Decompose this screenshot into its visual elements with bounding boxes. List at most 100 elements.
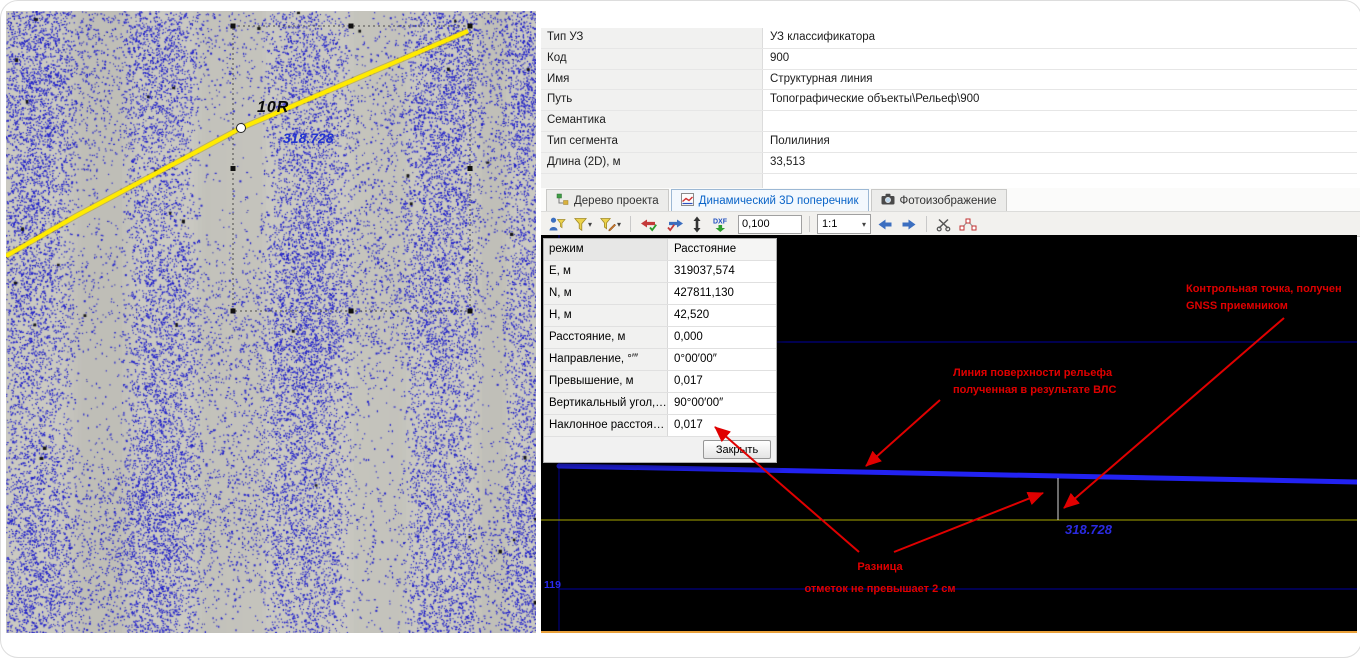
dxf-export-icon[interactable]: DXF <box>708 214 734 234</box>
close-button[interactable]: Закрыть <box>703 440 771 459</box>
measure-mode-value: Расстояние <box>668 239 776 260</box>
annotation-relief-surface: Линия поверхности рельефа полученная в р… <box>953 365 1116 399</box>
tab-photo-image[interactable]: Фотоизображение <box>870 189 1007 211</box>
annotation-line: полученная в результате ВЛС <box>953 384 1117 396</box>
property-label: Имя <box>541 69 763 90</box>
scale-select[interactable]: 1:1 ▾ <box>817 214 872 234</box>
property-value: УЗ классификатора <box>763 28 1357 48</box>
property-row[interactable]: Имя Структурная линия <box>541 69 1357 91</box>
pan-forward-icon[interactable] <box>899 214 919 234</box>
map-elevation-label: 318.728 <box>283 130 334 146</box>
offset-input[interactable] <box>738 214 803 234</box>
apply-section-icon[interactable] <box>664 214 686 234</box>
point-label: 10R <box>257 99 290 116</box>
measure-row: Превышение, м 0,017 <box>544 371 776 393</box>
measure-row: Направление, °′″ 0°00′00″ <box>544 349 776 371</box>
measure-value: 90°00′00″ <box>668 393 776 414</box>
cross-section-icon <box>680 192 694 209</box>
measure-header-row: режим Расстояние <box>544 239 776 261</box>
measure-value: 42,520 <box>668 305 776 326</box>
annotation-line: отметок не превышает 2 см <box>804 583 956 595</box>
vertical-range-icon[interactable] <box>690 214 704 234</box>
section-elevation-label: 318.728 <box>1065 522 1112 537</box>
measure-value: 427811,130 <box>668 283 776 304</box>
property-label: Тип УЗ <box>541 28 763 48</box>
chevron-down-icon: ▾ <box>588 219 593 229</box>
measure-footer: Закрыть <box>544 437 776 462</box>
tab-label: Дерево проекта <box>574 194 659 207</box>
property-label: Путь <box>541 90 763 111</box>
measure-mode-label: режим <box>544 239 668 260</box>
measure-row: N, м 427811,130 <box>544 283 776 305</box>
tab-label: Фотоизображение <box>899 194 997 207</box>
measure-label: Превышение, м <box>544 371 668 392</box>
measure-value: 0,017 <box>668 415 776 436</box>
scissors-icon[interactable] <box>934 214 953 234</box>
toolbar-separator <box>926 216 928 232</box>
toolbar-separator <box>809 216 811 232</box>
app-frame: 10R 318.728 Тип УЗ УЗ классификатора Код… <box>0 0 1360 658</box>
property-row[interactable]: Код 900 <box>541 48 1357 70</box>
measure-row: H, м 42,520 <box>544 305 776 327</box>
section-toolbar: ▾ ▾ DXF 1:1 ▾ <box>541 211 1360 237</box>
toolbar-separator <box>630 216 632 232</box>
property-label: Код <box>541 48 763 69</box>
camera-icon <box>881 193 895 208</box>
vertex-handle[interactable] <box>236 123 246 133</box>
measure-label: Наклонное расстоян... <box>544 415 668 436</box>
chevron-down-icon: ▾ <box>617 219 622 229</box>
project-tree-icon <box>556 193 569 209</box>
relief-surface-line[interactable] <box>556 463 1357 485</box>
measure-label: N, м <box>544 283 668 304</box>
measure-label: Расстояние, м <box>544 327 668 348</box>
measure-label: E, м <box>544 261 668 282</box>
pan-back-icon[interactable] <box>875 214 895 234</box>
annotation-line: Линия поверхности рельефа <box>953 367 1113 379</box>
chevron-down-icon: ▾ <box>862 219 867 229</box>
tab-dynamic-cross-section[interactable]: Динамический 3D поперечник <box>670 189 869 211</box>
measure-row: Наклонное расстоян... 0,017 <box>544 415 776 437</box>
annotation-line: Контрольная точка, получен <box>1186 283 1342 295</box>
annotation-difference: Разница отметок не превышает 2 см <box>794 556 966 600</box>
structure-line[interactable] <box>6 29 469 258</box>
annotation-control-point: Контрольная точка, получен GNSS приемник… <box>1186 281 1342 315</box>
probe-filter-icon[interactable] <box>546 214 568 234</box>
property-value: Топографические объекты\Рельеф\900 <box>763 90 1357 111</box>
property-value: Структурная линия <box>763 69 1357 90</box>
property-value: 33,513 <box>763 152 1357 173</box>
scale-value: 1:1 <box>822 218 838 230</box>
property-row[interactable]: Тип УЗ УЗ классификатора <box>541 28 1357 49</box>
measure-label: Направление, °′″ <box>544 349 668 370</box>
property-row[interactable]: Семантика <box>541 111 1357 132</box>
measure-value: 0°00′00″ <box>668 349 776 370</box>
measure-row: E, м 319037,574 <box>544 261 776 283</box>
selection-rect <box>232 25 471 312</box>
filter-icon[interactable]: ▾ <box>572 214 594 234</box>
property-value <box>763 111 1357 131</box>
property-value: Полилиния <box>763 131 1357 152</box>
measure-label: Вертикальный угол, °′″ <box>544 393 668 414</box>
property-label: Семантика <box>541 111 763 131</box>
property-value: 900 <box>763 48 1357 69</box>
property-label: Тип сегмента <box>541 131 763 152</box>
update-section-icon[interactable] <box>638 214 660 234</box>
point-cloud-map[interactable]: 10R 318.728 <box>6 11 536 633</box>
tab-project-tree[interactable]: Дерево проекта <box>546 189 669 211</box>
measure-row: Расстояние, м 0,000 <box>544 327 776 349</box>
property-label: Длина (2D), м <box>541 152 763 173</box>
structure-line-casing <box>6 28 470 259</box>
filter-edit-icon[interactable]: ▾ <box>598 214 623 234</box>
measure-label: H, м <box>544 305 668 326</box>
station-label-bottom: 119 <box>544 579 561 591</box>
annotation-line: Разница <box>857 561 903 573</box>
selection-handles[interactable] <box>230 23 473 314</box>
property-row[interactable]: Тип сегмента Полилиния <box>541 131 1357 153</box>
property-row[interactable]: Путь Топографические объекты\Рельеф\900 <box>541 90 1357 112</box>
properties-table: Тип УЗ УЗ классификатора Код 900 Имя Стр… <box>541 28 1357 195</box>
measure-rows: E, м 319037,574 N, м 427811,130 H, м 42,… <box>544 261 776 437</box>
dxf-label: DXF <box>713 218 728 225</box>
bottom-accent-bar <box>541 631 1357 633</box>
measure-value: 0,000 <box>668 327 776 348</box>
property-row[interactable]: Длина (2D), м 33,513 <box>541 152 1357 174</box>
vertices-icon[interactable] <box>957 214 979 234</box>
